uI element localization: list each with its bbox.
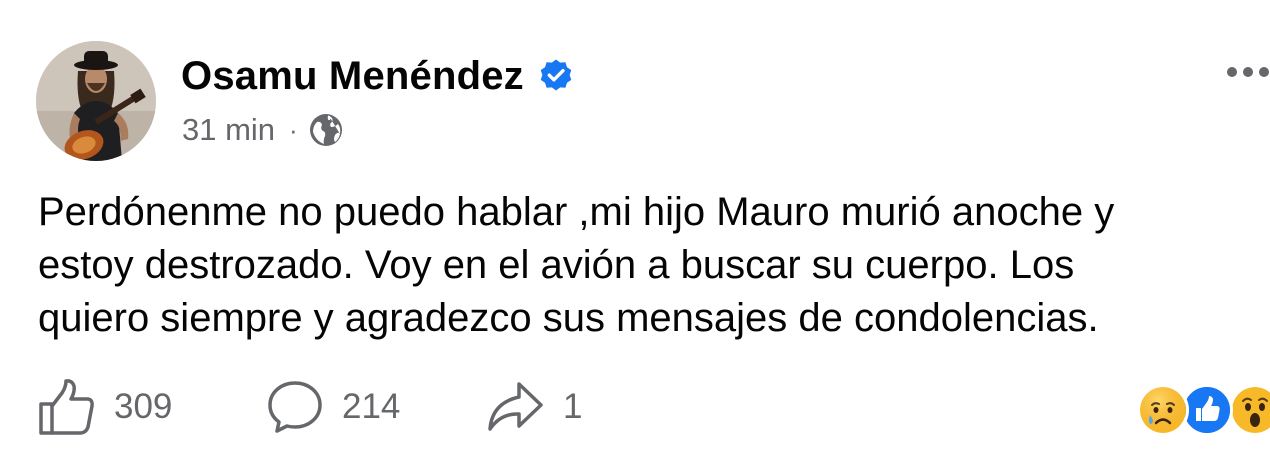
post-card: Osamu Menéndez 31 min · Perdónenme no pu… xyxy=(0,0,1270,458)
comment-button[interactable]: 214 xyxy=(266,376,400,438)
wow-reaction-icon xyxy=(1229,384,1270,436)
like-button[interactable]: 309 xyxy=(36,376,172,438)
avatar[interactable] xyxy=(36,41,156,161)
meta-separator: · xyxy=(289,115,298,145)
globe-icon xyxy=(308,112,344,148)
sad-reaction-icon xyxy=(1137,384,1189,436)
like-count: 309 xyxy=(114,387,173,426)
thumbs-up-icon xyxy=(39,379,94,435)
comment-count: 214 xyxy=(342,387,401,426)
author-line: Osamu Menéndez xyxy=(181,52,574,100)
more-horizontal-icon xyxy=(1227,67,1269,77)
share-count: 1 xyxy=(563,387,583,426)
post-text: Perdónenme no puedo hablar ,mi hijo Maur… xyxy=(38,190,1115,340)
verified-badge-icon xyxy=(538,58,574,94)
more-options-button[interactable] xyxy=(1226,60,1270,84)
avatar-photo xyxy=(36,41,156,161)
comment-icon xyxy=(268,381,322,433)
post-meta: 31 min · xyxy=(182,111,344,149)
reactions-summary[interactable] xyxy=(1137,384,1270,436)
share-button[interactable]: 1 xyxy=(485,376,582,438)
author-name[interactable]: Osamu Menéndez xyxy=(181,54,524,99)
share-arrow-icon xyxy=(488,382,543,431)
post-timestamp[interactable]: 31 min xyxy=(182,112,275,148)
